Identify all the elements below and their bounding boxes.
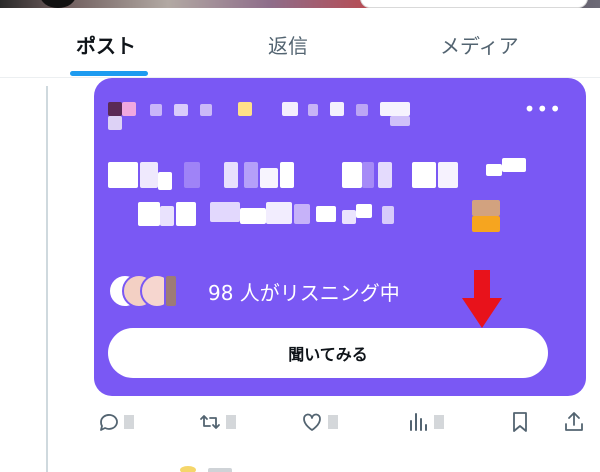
- like-button[interactable]: [300, 408, 338, 436]
- tab-replies[interactable]: 返信: [268, 30, 308, 59]
- bookmark-button[interactable]: [508, 408, 532, 436]
- views-icon: [410, 413, 427, 431]
- like-count-redacted: [328, 415, 338, 429]
- views-button[interactable]: [406, 408, 444, 436]
- search-input[interactable]: [360, 0, 588, 8]
- share-button[interactable]: [562, 408, 586, 436]
- space-card[interactable]: ••• 98 人がリスニング中 聞いてみる: [94, 78, 586, 396]
- thread-line: [46, 86, 48, 472]
- views-count-redacted: [434, 415, 444, 429]
- like-icon: [303, 413, 321, 431]
- listener-count: 98 人がリスニング中: [208, 280, 400, 305]
- avatar: [164, 274, 178, 308]
- listener-avatars: [108, 274, 198, 308]
- listener-row: 98 人がリスニング中: [108, 274, 400, 308]
- reply-button[interactable]: [96, 408, 134, 436]
- repost-icon: [200, 415, 220, 429]
- repost-button[interactable]: [198, 408, 236, 436]
- next-post-redacted: [150, 458, 310, 472]
- listen-button-label: 聞いてみる: [288, 347, 368, 364]
- tab-media[interactable]: メディア: [440, 30, 519, 59]
- post-action-bar: [94, 404, 594, 440]
- profile-page: ポスト 返信 メディア ••• 98 人がリスニング中 聞いてみる: [0, 0, 600, 472]
- tab-indicator: [70, 71, 148, 76]
- reply-icon: [100, 414, 118, 431]
- avatar[interactable]: [40, 0, 76, 8]
- repost-count-redacted: [226, 415, 236, 429]
- red-arrow-annotation: [462, 270, 502, 328]
- share-icon: [565, 412, 583, 431]
- top-bar: [0, 0, 600, 8]
- more-icon[interactable]: •••: [524, 99, 562, 119]
- tab-posts[interactable]: ポスト: [76, 30, 136, 59]
- listen-button[interactable]: 聞いてみる: [108, 328, 548, 378]
- bookmark-icon: [513, 412, 527, 432]
- reply-count-redacted: [124, 415, 134, 429]
- profile-tabs: ポスト 返信 メディア: [0, 8, 600, 78]
